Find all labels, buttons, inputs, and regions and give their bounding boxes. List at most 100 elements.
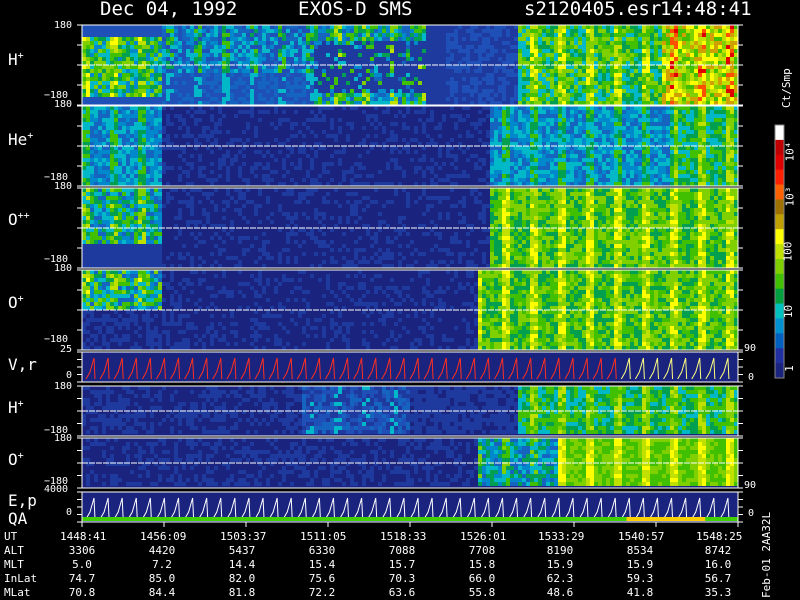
heatmap-cell (718, 89, 722, 93)
heatmap-cell (154, 106, 158, 110)
heatmap-cell (326, 97, 330, 101)
heatmap-cell (614, 57, 618, 61)
heatmap-cell (446, 33, 450, 37)
heatmap-cell (494, 174, 498, 178)
heatmap-cell (490, 158, 494, 162)
heatmap-cell (142, 122, 146, 126)
heatmap-cell (238, 41, 242, 45)
heatmap-cell (330, 29, 334, 33)
heatmap-cell (126, 85, 130, 89)
heatmap-cell (626, 65, 630, 69)
heatmap-cell (538, 49, 542, 53)
heatmap-cell (346, 73, 350, 77)
heatmap-cell (162, 41, 166, 45)
heatmap-cell (654, 69, 658, 73)
heatmap-cell (710, 77, 714, 81)
heatmap-cell (106, 162, 110, 166)
heatmap-cell (114, 134, 118, 138)
heatmap-cell (190, 33, 194, 37)
heatmap-cell (634, 170, 638, 174)
heatmap-cell (502, 69, 506, 73)
heatmap-cell (266, 29, 270, 33)
heatmap-cell (130, 138, 134, 142)
heatmap-cell (86, 85, 90, 89)
heatmap-cell (94, 114, 98, 118)
heatmap-cell (622, 138, 626, 142)
heatmap-cell (446, 142, 450, 146)
heatmap-cell (606, 170, 610, 174)
heatmap-cell (510, 162, 514, 166)
heatmap-cell (338, 150, 342, 154)
heatmap-cell (558, 53, 562, 57)
heatmap-cell (554, 122, 558, 126)
heatmap-cell (306, 53, 310, 57)
heatmap-cell (198, 110, 202, 114)
heatmap-cell (550, 150, 554, 154)
heatmap-cell (290, 85, 294, 89)
heatmap-cell (710, 53, 714, 57)
heatmap-cell (562, 138, 566, 142)
heatmap-cell (590, 25, 594, 29)
heatmap-cell (170, 85, 174, 89)
heatmap-cell (126, 65, 130, 69)
heatmap-cell (126, 45, 130, 49)
heatmap-cell (142, 182, 146, 186)
heatmap-cell (630, 154, 634, 158)
heatmap-cell (474, 166, 478, 170)
heatmap-cell (146, 85, 150, 89)
heatmap-cell (590, 166, 594, 170)
heatmap-cell (330, 45, 334, 49)
heatmap-cell (230, 69, 234, 73)
heatmap-cell (402, 170, 406, 174)
heatmap-cell (438, 57, 442, 61)
heatmap-cell (626, 85, 630, 89)
heatmap-cell (578, 126, 582, 130)
heatmap-cell (506, 134, 510, 138)
heatmap-cell (486, 73, 490, 77)
heatmap-cell (506, 154, 510, 158)
heatmap-cell (146, 114, 150, 118)
heatmap-cell (282, 97, 286, 101)
heatmap-cell (358, 182, 362, 186)
heatmap-cell (630, 130, 634, 134)
heatmap-cell (726, 45, 730, 49)
heatmap-cell (558, 73, 562, 77)
heatmap-cell (506, 49, 510, 53)
heatmap-cell (402, 89, 406, 93)
heatmap-cell (130, 41, 134, 45)
heatmap-cell (202, 134, 206, 138)
heatmap-cell (682, 81, 686, 85)
heatmap-cell (174, 25, 178, 29)
heatmap-cell (110, 118, 114, 122)
heatmap-cell (326, 170, 330, 174)
heatmap-cell (306, 41, 310, 45)
heatmap-cell (686, 25, 690, 29)
heatmap-cell (382, 110, 386, 114)
heatmap-cell (230, 33, 234, 37)
heatmap-cell (142, 142, 146, 146)
heatmap-cell (558, 41, 562, 45)
heatmap-cell (458, 73, 462, 77)
heatmap-cell (358, 41, 362, 45)
heatmap-cell (530, 69, 534, 73)
heatmap-cell (470, 93, 474, 97)
heatmap-cell (526, 73, 530, 77)
heatmap-cell (498, 110, 502, 114)
heatmap-cell (210, 162, 214, 166)
heatmap-cell (710, 65, 714, 69)
heatmap-cell (734, 29, 738, 33)
heatmap-cell (414, 182, 418, 186)
heatmap-cell (158, 77, 162, 81)
heatmap-cell (586, 106, 590, 110)
heatmap-cell (294, 110, 298, 114)
heatmap-cell (94, 150, 98, 154)
heatmap-cell (182, 134, 186, 138)
heatmap-cell (598, 150, 602, 154)
heatmap-cell (230, 81, 234, 85)
heatmap-cell (390, 158, 394, 162)
heatmap-cell (426, 57, 430, 61)
heatmap-cell (642, 114, 646, 118)
heatmap-cell (626, 77, 630, 81)
heatmap-cell (542, 89, 546, 93)
heatmap-cell (298, 162, 302, 166)
